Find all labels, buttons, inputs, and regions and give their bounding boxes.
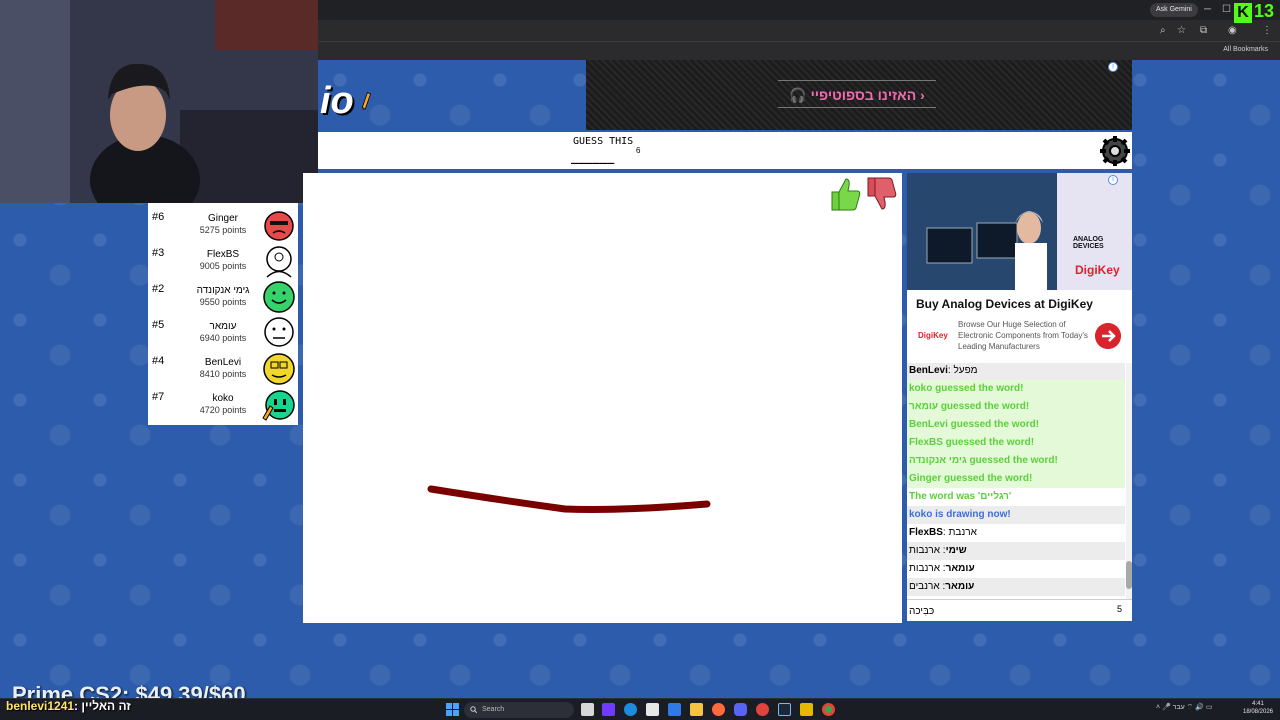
system-tray[interactable]: ˄ 🎤 עבר ⌔ 🔊 ▭ xyxy=(1156,703,1212,712)
windows-taskbar: Search xyxy=(0,698,1280,720)
bookmark-star-icon[interactable]: ☆ xyxy=(1177,26,1186,36)
thumbs-down-icon[interactable] xyxy=(864,176,898,212)
ask-gemini-button[interactable]: Ask Gemini xyxy=(1150,3,1198,17)
chat-message: koko is drawing now! xyxy=(907,506,1125,524)
chat-message: The word was 'רגליים' xyxy=(909,491,1012,502)
chat-input-container: 5 xyxy=(907,599,1132,621)
discord-icon[interactable] xyxy=(734,703,747,716)
player-row[interactable]: #5 עומאר 6940 points xyxy=(148,315,298,351)
avatar xyxy=(264,211,294,241)
side-ad[interactable]: ANALOG DEVICES DigiKey Buy Analog Device… xyxy=(907,173,1132,363)
chat-message: BenLevi guessed the word! xyxy=(907,416,1125,434)
task-view-icon[interactable] xyxy=(581,703,594,716)
player-row[interactable]: #6 Ginger 5275 points xyxy=(148,207,298,243)
avatar xyxy=(263,281,295,313)
app-icon[interactable] xyxy=(800,703,813,716)
chat-message: שימי: ארנבות xyxy=(907,542,1125,560)
chat-message: גימי אנקונדה guessed the word! xyxy=(907,452,1125,470)
chat-message: koko guessed the word! xyxy=(907,380,1125,398)
guess-label: GUESS THIS xyxy=(573,136,634,147)
avatar xyxy=(263,353,295,385)
firefox-icon[interactable] xyxy=(712,703,725,716)
profile-icon[interactable]: ◉ xyxy=(1228,26,1237,36)
settings-gear-icon[interactable] xyxy=(1099,135,1131,167)
stream-chat-overlay: benlevi1241: זה האליין xyxy=(6,699,131,713)
edge-icon[interactable] xyxy=(624,703,637,716)
pencil-icon xyxy=(361,91,371,111)
avatar xyxy=(264,317,294,347)
player-row[interactable]: #7 koko 4720 points xyxy=(148,387,298,423)
minimize-icon[interactable]: ─ xyxy=(1204,5,1211,15)
streamer-webcam xyxy=(0,0,318,203)
game-top-bar: GUESS THIS ______ 6 xyxy=(318,132,1132,169)
zoom-icon[interactable]: ⌕ xyxy=(1160,26,1166,36)
word-length: 6 xyxy=(636,146,641,155)
ad-title[interactable]: Buy Analog Devices at DigiKey xyxy=(916,297,1093,311)
chat-message: עומאר: ארנבים xyxy=(907,578,1125,596)
windows-start-icon[interactable] xyxy=(446,703,459,716)
chat-panel: BenLevi: מפעל koko guessed the word! עומ… xyxy=(907,363,1132,599)
chat-message: Ginger guessed the word! xyxy=(907,470,1125,488)
player-list: #6 Ginger 5275 points #3 FlexBS 9005 poi… xyxy=(148,203,298,425)
chat-scrollbar-thumb[interactable] xyxy=(1126,561,1132,589)
arrow-right-icon[interactable] xyxy=(1095,323,1121,349)
chat-input[interactable] xyxy=(909,602,1109,620)
steam-icon[interactable] xyxy=(778,703,791,716)
chat-message: עומאר: ארנבות xyxy=(909,563,975,574)
file-explorer-icon[interactable] xyxy=(690,703,703,716)
maximize-icon[interactable]: ☐ xyxy=(1222,5,1231,15)
analog-devices-logo: ANALOG DEVICES xyxy=(1073,236,1104,250)
spotify-ad-button[interactable]: ‹ האזינו בספוטיפיי 🎧 xyxy=(778,80,936,108)
chat-message: BenLevi: מפעל xyxy=(907,363,1125,380)
kick-logo: K xyxy=(1234,3,1252,23)
app-icon[interactable] xyxy=(756,703,769,716)
chat-message: עומאר guessed the word! xyxy=(907,398,1125,416)
webcam-feed xyxy=(0,0,318,203)
avatar xyxy=(266,246,292,278)
ad-info-icon[interactable]: i xyxy=(1108,175,1118,185)
chat-message: FlexBS: ארנבת xyxy=(909,527,977,538)
taskbar-clock[interactable]: 4:41 18/08/2026 xyxy=(1240,700,1276,716)
player-row[interactable]: #4 BenLevi 8410 points xyxy=(148,351,298,387)
game-logo[interactable]: io xyxy=(320,80,354,123)
drawing-canvas[interactable] xyxy=(303,173,902,623)
all-bookmarks-link[interactable]: All Bookmarks xyxy=(1223,46,1268,53)
thumbs-up-icon[interactable] xyxy=(828,176,862,212)
chrome-icon[interactable] xyxy=(822,703,835,716)
chat-char-count: 5 xyxy=(1117,604,1123,614)
chat-message: FlexBS guessed the word! xyxy=(907,434,1125,452)
copilot-icon[interactable] xyxy=(602,703,615,716)
word-hint: ______ xyxy=(571,150,615,164)
search-icon xyxy=(470,706,477,713)
player-row[interactable]: #2 גימי אנקונדה 9550 points xyxy=(148,279,298,315)
kick-viewer-count: 13 xyxy=(1254,1,1275,21)
player-row[interactable]: #3 FlexBS 9005 points xyxy=(148,243,298,279)
extensions-icon[interactable]: ⧉ xyxy=(1200,26,1207,36)
mail-icon[interactable] xyxy=(668,703,681,716)
store-icon[interactable] xyxy=(646,703,659,716)
avatar xyxy=(262,390,295,421)
ad-description: Browse Our Huge Selection of Electronic … xyxy=(958,320,1088,351)
drawing-stroke xyxy=(427,485,711,513)
menu-icon[interactable]: ⋮ xyxy=(1262,26,1272,36)
digikey-mini-logo: DigiKey xyxy=(918,331,948,340)
digikey-logo: DigiKey xyxy=(1075,263,1120,277)
ad-info-icon[interactable]: i xyxy=(1108,62,1118,72)
taskbar-search[interactable]: Search xyxy=(464,702,574,718)
